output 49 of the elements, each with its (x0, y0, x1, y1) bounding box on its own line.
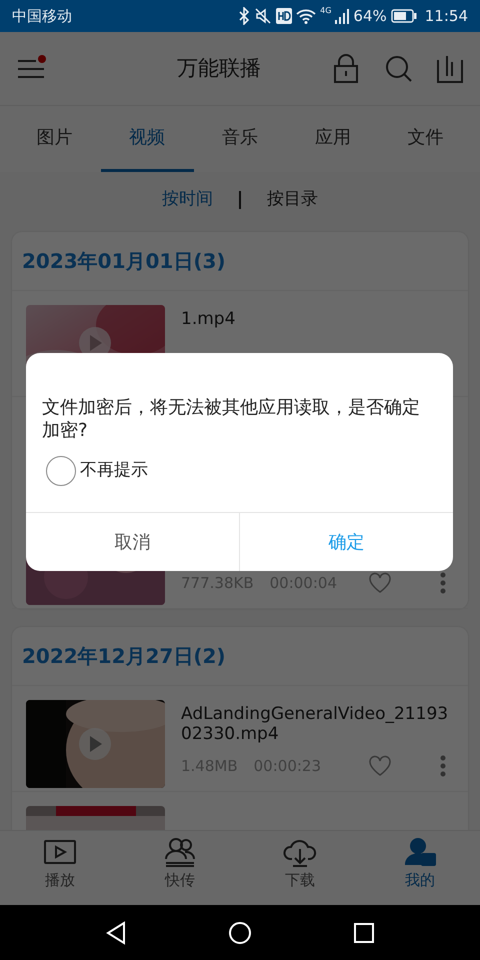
category-tab[interactable]: 图片 (8, 106, 101, 172)
bottom-tab[interactable]: 快传 (120, 831, 240, 905)
more-icon (440, 572, 446, 594)
play-icon (43, 837, 77, 867)
bottom-tab[interactable]: 下载 (240, 831, 360, 905)
category-tab[interactable]: 视频 (100, 106, 194, 172)
sort-option[interactable]: 按目录 (259, 187, 326, 213)
signal-icon (335, 8, 350, 24)
hd-icon (276, 8, 292, 24)
sort-button[interactable] (436, 54, 464, 84)
people-icon (163, 837, 197, 867)
bluetooth-icon (238, 7, 250, 25)
more-icon (440, 754, 446, 777)
more-button[interactable] (440, 754, 446, 777)
lock-icon (332, 54, 360, 84)
bottom-tab[interactable]: 播放 (0, 831, 120, 905)
sort-option[interactable]: 按时间 (154, 187, 221, 213)
category-tab[interactable]: 文件 (379, 106, 472, 172)
cloud-download-icon (283, 837, 317, 867)
favorite-button[interactable] (368, 572, 392, 594)
search-icon (384, 54, 412, 84)
app-title: 万能联播 (176, 54, 262, 82)
heart-icon (368, 572, 392, 594)
wifi-icon (296, 8, 316, 24)
network-label: 4G (320, 4, 332, 17)
battery-icon (390, 9, 417, 23)
group-date: 2022年12月27日(2) (12, 627, 468, 686)
bar-chart-icon (436, 54, 464, 84)
group-date: 2023年01月01日(3) (12, 232, 468, 291)
menu-button[interactable] (16, 56, 46, 80)
cancel-button[interactable]: 取消 (26, 513, 239, 571)
carrier-name: 中国移动 (12, 6, 72, 27)
search-button[interactable] (384, 54, 412, 84)
category-tab[interactable]: 音乐 (194, 106, 286, 172)
favorite-button[interactable] (368, 754, 392, 777)
bottom-tab[interactable]: 我的 (360, 831, 480, 905)
file-name: AdLandingGeneralVideo_2119302330.mp4 (181, 704, 450, 745)
more-button[interactable] (440, 572, 446, 594)
person-icon (403, 837, 437, 867)
dialog-message: 文件加密后，将无法被其他应用读取，是否确定加密? (41, 396, 421, 442)
mute-icon (254, 7, 272, 25)
clock: 11:54 (424, 6, 468, 27)
battery-percent: 64% (353, 6, 387, 27)
heart-icon (368, 754, 392, 777)
confirm-button[interactable]: 确定 (239, 513, 453, 571)
lock-button[interactable] (332, 54, 360, 84)
dont-remind-checkbox[interactable]: 不再提示 (26, 452, 168, 512)
file-name: 1.mp4 (181, 309, 236, 330)
category-tab[interactable]: 应用 (286, 106, 380, 172)
